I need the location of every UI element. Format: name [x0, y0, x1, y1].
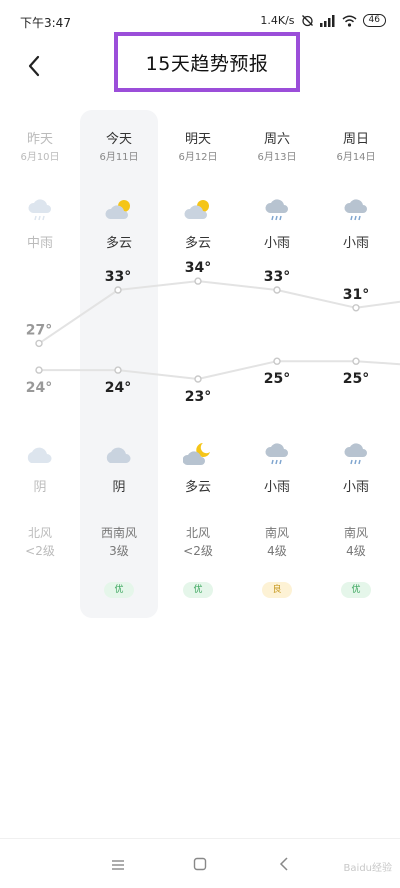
low-temp-point	[273, 357, 281, 365]
rain-cloud-icon	[237, 196, 317, 224]
menu-icon	[111, 856, 125, 875]
partly-cloudy-icon	[158, 196, 238, 224]
aqi-cell: 优	[158, 582, 238, 598]
aqi-cell: 优	[79, 582, 159, 598]
high-temp-point	[35, 339, 43, 348]
wind-direction: 南风	[264, 526, 289, 540]
nav-back-button[interactable]	[272, 853, 296, 877]
aqi-badge: 优	[104, 582, 134, 598]
wind-direction: 北风	[185, 526, 210, 540]
menu-button[interactable]	[106, 853, 130, 877]
wind-level: 4级	[346, 544, 366, 558]
aqi-cell: 良	[237, 582, 317, 598]
back-button[interactable]	[18, 52, 50, 84]
chevron-left-icon	[27, 55, 41, 81]
high-temp-label: 27°	[26, 322, 52, 338]
wind-info: 南风 4级	[316, 524, 396, 560]
low-temp-label: 24°	[26, 380, 52, 396]
day-name: 周日	[342, 132, 369, 147]
cloud-icon	[0, 440, 80, 468]
wind-info: 西南风 3级	[79, 524, 159, 560]
page-title: 15天趋势预报	[145, 52, 269, 75]
wind-info: 北风 <2级	[158, 524, 238, 560]
high-temp-label: 31°	[343, 287, 369, 303]
high-temp-point	[352, 304, 360, 312]
status-time: 下午3:47	[20, 16, 71, 30]
high-temp-label: 34°	[185, 260, 211, 276]
day-date: 6月10日	[20, 152, 60, 163]
day-column-header[interactable]: 周六 6月13日	[237, 130, 317, 166]
high-temp-point	[114, 286, 122, 294]
day-column-header[interactable]: 昨天 6月10日	[0, 130, 80, 166]
wind-level: <2级	[25, 544, 55, 558]
day-name: 今天	[105, 132, 132, 147]
high-temp-label: 33°	[105, 269, 131, 285]
cloud-icon	[79, 440, 159, 468]
battery-indicator: 46	[362, 14, 386, 27]
high-temp-point	[273, 286, 281, 294]
signal-icon	[319, 14, 336, 27]
night-weather-text: 多云	[184, 480, 211, 495]
day-column-header[interactable]: 明天 6月12日	[158, 130, 238, 166]
low-temp-label: 23°	[185, 389, 211, 405]
aqi-badge: 优	[183, 582, 213, 598]
partly-cloudy-icon	[79, 196, 159, 224]
wind-direction: 西南风	[100, 526, 137, 540]
chevron-left-icon	[279, 856, 289, 875]
low-temp-label: 25°	[264, 371, 290, 387]
day-date: 6月13日	[257, 152, 297, 163]
aqi-badge: 良	[262, 582, 292, 598]
day-date: 6月12日	[178, 152, 218, 163]
high-temp-label: 33°	[264, 269, 290, 285]
night-weather-text: 阴	[112, 480, 126, 495]
day-name: 周六	[263, 132, 290, 147]
status-icons: 1.4K/s 46	[260, 14, 386, 27]
wind-level: 3级	[109, 544, 129, 558]
temperature-trend-chart: 27° 24° 33° 24° 34° 23° 33° 25° 31° 25°	[26, 260, 400, 405]
aqi-badge: 优	[341, 582, 371, 598]
day-column-header[interactable]: 周日 6月14日	[316, 130, 396, 166]
wifi-icon	[342, 15, 357, 27]
wind-direction: 北风	[27, 526, 52, 540]
low-temp-point	[114, 366, 122, 374]
low-temp-point	[194, 375, 202, 383]
wind-level: 4级	[267, 544, 287, 558]
rain-cloud-icon	[237, 440, 317, 468]
day-name: 昨天	[26, 132, 53, 147]
low-temp-point	[35, 366, 43, 374]
net-speed: 1.4K/s	[260, 14, 295, 27]
high-temp-point	[194, 277, 202, 285]
home-button[interactable]	[188, 853, 212, 877]
rain-cloud-icon	[0, 196, 80, 224]
day-name: 明天	[184, 132, 211, 147]
low-temp-label: 25°	[343, 371, 369, 387]
wind-direction: 南风	[343, 526, 368, 540]
wind-level: <2级	[183, 544, 213, 558]
system-nav-bar: Baidu经验	[0, 838, 400, 888]
watermark: Baidu经验	[343, 863, 392, 874]
day-column-header[interactable]: 今天 6月11日	[79, 130, 159, 166]
rain-cloud-icon	[316, 196, 396, 224]
low-temp-label: 24°	[105, 380, 131, 396]
alarm-off-icon	[301, 14, 314, 27]
home-square-icon	[193, 856, 207, 875]
rain-cloud-icon	[316, 440, 396, 468]
aqi-cell: 优	[316, 582, 396, 598]
night-weather-text: 小雨	[263, 480, 290, 495]
trend-segment	[117, 369, 199, 380]
header: 15天趋势预报	[0, 32, 400, 94]
night-weather-text: 小雨	[342, 480, 369, 495]
low-temp-point	[352, 357, 360, 365]
trend-segment	[355, 360, 400, 366]
day-date: 6月11日	[99, 152, 139, 163]
title-highlight-box: 15天趋势预报	[114, 32, 300, 92]
night-weather-text: 阴	[33, 480, 47, 495]
partly-cloudy-night-icon	[158, 440, 238, 468]
day-date: 6月14日	[336, 152, 376, 163]
wind-info: 北风 <2级	[0, 524, 80, 560]
wind-info: 南风 4级	[237, 524, 317, 560]
